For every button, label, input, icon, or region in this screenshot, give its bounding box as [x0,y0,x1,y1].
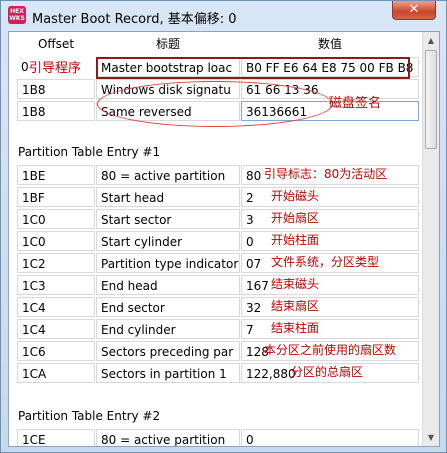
annotation-end-cylinder: 结束柱面 [271,321,320,335]
title-cell: Sectors in partition 1 [96,363,240,383]
annotation-start-head: 开始磁头 [271,189,320,203]
offset-cell: 1C0 [17,231,95,251]
title-cell: Start cylinder [96,231,240,251]
title-cell: End head [96,275,240,295]
window-title: Master Boot Record, 基本偏移: 0 [32,12,237,27]
hex-editor-logo-icon: HEX WKS [8,6,26,24]
table-row[interactable]: 1C4 End cylinder 7 [17,319,422,341]
title-cell: Start sector [96,209,240,229]
annotation-boot-code: 引导程序 [29,61,82,76]
offset-cell: 1BF [17,187,95,207]
bootstrap-highlight-box [96,57,410,79]
table-row[interactable]: 1C3 End head 167 [17,275,422,297]
title-cell: Partition type indicator [96,253,240,273]
vertical-scrollbar[interactable]: ▲ ▼ [422,32,439,446]
table-row[interactable]: 1C0 Start sector 3 [17,209,422,231]
title-cell: End cylinder [96,319,240,339]
value-cell[interactable]: 0 [241,429,419,446]
offset-cell: 1C0 [17,209,95,229]
title-cell: End sector [96,297,240,317]
value-cell[interactable]: 3 [241,209,419,229]
section-label-partition-2: Partition Table Entry #2 [18,409,161,423]
signature-highlight-ellipse [97,81,333,127]
scroll-up-arrow-icon[interactable]: ▲ [423,32,439,49]
column-header-offset[interactable]: Offset [17,34,95,54]
table-row[interactable]: 1C4 End sector 32 [17,297,422,319]
annotation-start-sector: 开始扇区 [271,211,320,225]
mbr-window: HEX WKS Master Boot Record, 基本偏移: 0 ✕ Off… [0,0,447,453]
close-button[interactable]: ✕ [392,1,436,20]
table-row[interactable]: 1BF Start head 2 [17,187,422,209]
value-cell[interactable]: 2 [241,187,419,207]
title-cell: Sectors preceding par [96,341,240,361]
annotation-boot-flag: 引导标志：80为活动区 [264,167,388,181]
offset-cell: 1C4 [17,297,95,317]
template-content: Offset 标题 数值 0 Master bootstrap loac B0 … [9,32,422,446]
annotation-disk-signature: 磁盘签名 [329,96,382,111]
scrollbar-thumb[interactable] [425,50,437,149]
offset-cell: 1C2 [17,253,95,273]
value-cell[interactable]: 32 [241,297,419,317]
annotation-start-cylinder: 开始柱面 [271,233,320,247]
offset-cell: 1B8 [17,101,95,121]
annotation-end-head: 结束磁头 [271,277,320,291]
annotation-total-sectors: 分区的总扇区 [291,365,364,379]
column-header-value[interactable]: 数值 [241,34,419,54]
value-cell[interactable]: 0 [241,231,419,251]
table-row[interactable]: 1C0 Start cylinder 0 [17,231,422,253]
table-row[interactable]: 1CE 80 = active partition 0 [17,429,422,446]
annotation-fs-type: 文件系统，分区类型 [271,255,380,269]
annotation-end-sector: 结束扇区 [271,299,320,313]
scroll-down-arrow-icon[interactable]: ▼ [423,429,439,446]
section-label-partition-1: Partition Table Entry #1 [18,145,161,159]
template-view: Offset 标题 数值 0 Master bootstrap loac B0 … [8,31,440,447]
title-cell: 80 = active partition [96,429,240,446]
annotation-sectors-before: 本分区之前使用的扇区数 [264,343,397,357]
offset-cell: 1C4 [17,319,95,339]
offset-cell: 1B8 [17,79,95,99]
offset-cell: 1C6 [17,341,95,361]
title-cell: 80 = active partition [96,165,240,185]
value-cell[interactable]: 167 [241,275,419,295]
title-cell: Start head [96,187,240,207]
value-cell[interactable]: 7 [241,319,419,339]
offset-cell: 1CA [17,363,95,383]
offset-cell: 1CE [17,429,95,446]
column-header-title[interactable]: 标题 [96,34,240,54]
offset-cell: 1BE [17,165,95,185]
title-bar[interactable]: HEX WKS Master Boot Record, 基本偏移: 0 ✕ [1,1,446,31]
offset-cell: 1C3 [17,275,95,295]
